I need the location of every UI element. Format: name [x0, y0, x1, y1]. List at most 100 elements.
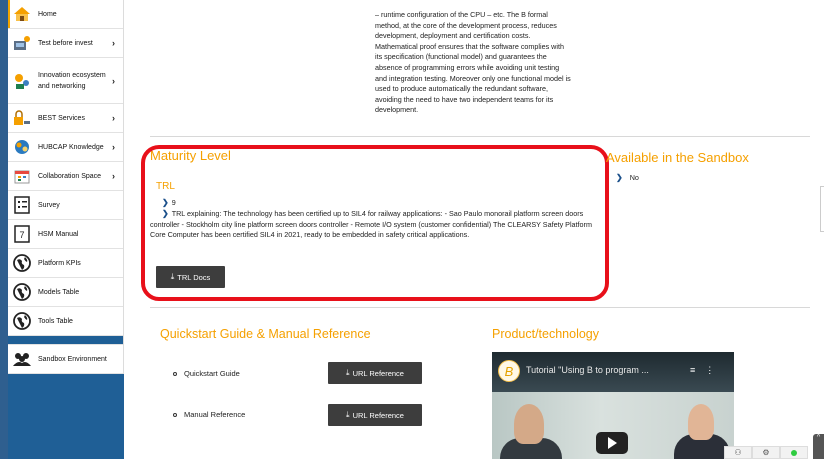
sidebar-item-label: Survey: [38, 201, 60, 209]
sidebar-menu: Home Test before invest › Innovation eco…: [8, 0, 124, 374]
sidebar-item-label: Innovation ecosystem and networking: [38, 71, 106, 90]
network-icon: [12, 72, 32, 90]
description-line: method, at the core of the development p…: [375, 20, 557, 30]
product-title: Product/technology: [492, 327, 600, 341]
description-line: used to produce automatically the redund…: [375, 84, 549, 94]
channel-logo-icon[interactable]: B: [498, 360, 520, 382]
services-icon: [12, 109, 32, 127]
sidebar-item-best-services[interactable]: BEST Services ›: [8, 104, 123, 133]
globe-icon: [12, 283, 32, 301]
sidebar-item-tools-table[interactable]: Tools Table: [8, 307, 123, 336]
section-divider: [150, 307, 810, 308]
sidebar-item-label: Collaboration Space: [38, 172, 102, 180]
quickstart-label: Quickstart Guide: [184, 369, 240, 378]
sidebar-item-label: Platform KPIs: [38, 259, 81, 267]
floating-toolbar: ⚇ ⚙: [724, 446, 808, 459]
knowledge-icon: [12, 138, 32, 156]
side-feedback-tab[interactable]: [820, 186, 824, 232]
technology-description: – runtime configuration of the CPU – etc…: [375, 10, 615, 116]
settings-button[interactable]: ⚙: [752, 446, 780, 459]
sidebar-item-home[interactable]: Home: [8, 0, 123, 29]
sidebar-item-survey[interactable]: Survey: [8, 191, 123, 220]
sandbox-value: No: [629, 173, 639, 182]
chevron-right-icon: ›: [112, 113, 115, 123]
sidebar-item-innovation-ecosystem[interactable]: Innovation ecosystem and networking ›: [8, 58, 123, 104]
sidebar-item-label: Tools Table: [38, 317, 73, 325]
sidebar-item-models-table[interactable]: Models Table: [8, 278, 123, 307]
status-button[interactable]: [780, 446, 808, 459]
globe-icon: [12, 312, 32, 330]
manual-label: Manual Reference: [184, 410, 246, 419]
sidebar-item-platform-kpis[interactable]: Platform KPIs: [8, 249, 123, 278]
description-line: avoiding the need to have two independen…: [375, 94, 554, 104]
video-title[interactable]: Tutorial "Using B to program ...: [526, 365, 649, 375]
sidebar-item-label: HSM Manual: [38, 230, 79, 238]
sidebar-item-sandbox-environment[interactable]: Sandbox Environment: [8, 344, 123, 374]
more-options-icon[interactable]: ⋮: [705, 365, 724, 375]
presenter-left-head: [514, 404, 544, 444]
sandbox-section: Available in the Sandbox ❯ No: [606, 150, 749, 184]
description-line: – runtime configuration of the CPU – etc…: [375, 10, 548, 19]
video-controls: ≡⋮: [690, 365, 724, 376]
bullet: [173, 371, 177, 376]
sidebar-item-label: HUBCAP Knowledge: [38, 143, 104, 151]
chevron-up-icon: ^: [816, 434, 821, 441]
sidebar-item-collaboration-space[interactable]: Collaboration Space ›: [8, 162, 123, 191]
status-dot-icon: [791, 449, 797, 456]
sidebar-item-test-before-invest[interactable]: Test before invest ›: [8, 29, 123, 58]
sidebar-item-label: Sandbox Environment: [38, 355, 107, 363]
chevron-right-icon: ›: [112, 75, 115, 86]
presenter-right-head: [688, 404, 714, 440]
chevron-right-icon: ›: [112, 38, 115, 48]
quickstart-url-button[interactable]: ⤓ URL Reference: [328, 362, 422, 384]
bullet: [173, 412, 177, 417]
gear-icon: ⚙: [762, 448, 770, 457]
quickstart-title: Quickstart Guide & Manual Reference: [160, 327, 371, 341]
description-line: Mathematical proof ensures that the soft…: [375, 41, 564, 51]
quickstart-row: Quickstart Guide: [173, 369, 240, 378]
house-icon: [12, 5, 32, 23]
sandbox-value-row: ❯ No: [606, 173, 749, 184]
description-line: absence of programming errors while avoi…: [375, 62, 560, 72]
svg-text:7: 7: [19, 230, 24, 240]
group-icon: [12, 350, 32, 368]
description-line: its specification (functional model) and…: [375, 52, 547, 62]
download-icon: ⤓: [346, 410, 350, 419]
sandbox-title: Available in the Sandbox: [606, 150, 749, 165]
description-line: and integration testing. Moreover only o…: [375, 73, 571, 83]
scroll-to-top-button[interactable]: ^: [813, 434, 824, 459]
equipment-icon: [12, 34, 32, 52]
sidebar: Home Test before invest › Innovation eco…: [8, 0, 124, 459]
sidebar-item-hubcap-knowledge[interactable]: HUBCAP Knowledge ›: [8, 133, 123, 162]
sidebar-separator: [8, 336, 123, 344]
download-icon: ⤓: [346, 368, 350, 377]
user-button[interactable]: ⚇: [724, 446, 752, 459]
chevron-right-icon: ❯: [616, 173, 623, 182]
highlight-outline: [141, 145, 609, 301]
chevron-right-icon: ›: [112, 142, 115, 152]
active-indicator: [8, 0, 10, 28]
manual-row: Manual Reference: [173, 410, 245, 419]
chevron-right-icon: ›: [112, 171, 115, 181]
playlist-icon[interactable]: ≡: [690, 365, 705, 375]
survey-icon: [12, 196, 32, 214]
description-line: development.: [375, 105, 419, 115]
url-reference-label: URL Reference: [352, 410, 404, 420]
user-icon: ⚇: [734, 448, 742, 457]
url-reference-label: URL Reference: [352, 368, 404, 378]
sidebar-item-label: Models Table: [38, 288, 80, 296]
manual-url-button[interactable]: ⤓ URL Reference: [328, 404, 422, 426]
manual-icon: 7: [12, 225, 32, 243]
video-player[interactable]: B Tutorial "Using B to program ... ≡⋮: [492, 352, 734, 459]
section-divider: [150, 136, 810, 137]
left-gutter: [0, 0, 8, 459]
play-icon: [607, 437, 617, 449]
sidebar-item-hsm-manual[interactable]: 7 HSM Manual: [8, 220, 123, 249]
play-button[interactable]: [596, 432, 628, 454]
sidebar-item-label: Test before invest: [38, 39, 93, 47]
sidebar-item-label: Home: [38, 10, 57, 18]
sidebar-item-label: BEST Services: [38, 114, 85, 122]
description-line: development, deployment and certificatio…: [375, 31, 531, 41]
calendar-icon: [12, 167, 32, 185]
globe-icon: [12, 254, 32, 272]
